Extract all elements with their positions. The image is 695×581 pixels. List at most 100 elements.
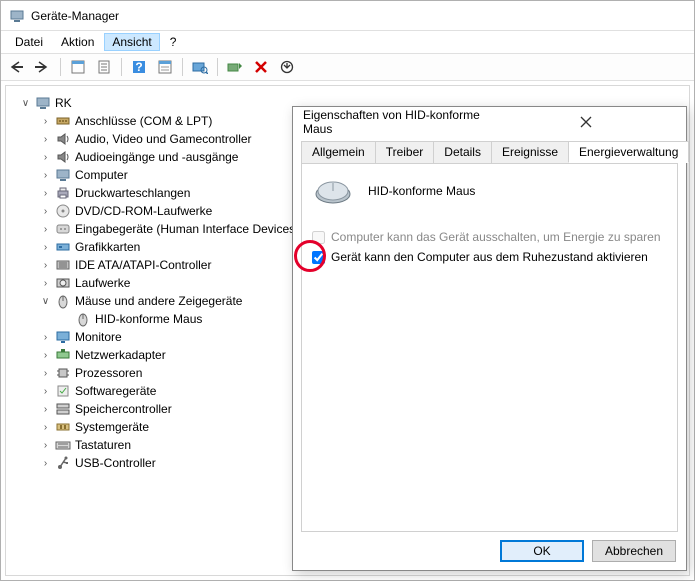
tabs: Allgemein Treiber Details Ereignisse Ene… [301,141,678,163]
mouse-icon [312,176,354,206]
expand-icon[interactable]: › [40,458,51,469]
toolbar-separator [217,58,218,76]
dialog-title: Eigenschaften von HID-konforme Maus [303,108,492,136]
expand-icon[interactable]: › [40,440,51,451]
audio-icon [55,149,71,165]
tree-node-label: Monitore [75,330,122,344]
expand-icon[interactable]: › [40,278,51,289]
uninstall-button[interactable] [249,56,273,78]
checkbox-save-power-label: Computer kann das Gerät ausschalten, um … [331,230,661,244]
menubar: Datei Aktion Ansicht ? [1,31,694,53]
cancel-button[interactable]: Abbrechen [592,540,676,562]
tab-driver[interactable]: Treiber [375,141,435,163]
expand-icon[interactable]: › [40,404,51,415]
tree-node-label: Softwaregeräte [75,384,156,398]
checkbox-row-save-power: Computer kann das Gerät ausschalten, um … [312,230,667,244]
scan-hw-button[interactable] [188,56,212,78]
gpu-icon [55,239,71,255]
audio-icon [55,131,71,147]
help-button[interactable]: ? [127,56,151,78]
tree-leaf-label: HID-konforme Maus [95,312,202,326]
disable-button[interactable] [275,56,299,78]
toolbar-separator [121,58,122,76]
tree-node-label: Systemgeräte [75,420,149,434]
mouse-icon [75,311,91,327]
expand-icon[interactable]: › [40,368,51,379]
app-icon [9,8,25,24]
device-header: HID-konforme Maus [312,176,667,206]
tree-root-label: RK [55,96,72,110]
soft-icon [55,383,71,399]
usb-icon [55,455,71,471]
prop-page-button[interactable] [92,56,116,78]
toolbar-separator [60,58,61,76]
tree-node-label: Laufwerke [75,276,130,290]
collapse-icon[interactable]: ∨ [20,98,31,109]
expand-icon[interactable]: › [40,170,51,181]
update-drv-button[interactable] [223,56,247,78]
tab-general[interactable]: Allgemein [301,141,376,163]
svg-text:?: ? [135,60,142,74]
view-tree-button[interactable] [66,56,90,78]
expand-icon[interactable]: › [40,350,51,361]
tree-node-label: Druckwarteschlangen [75,186,190,200]
tree-node-label: Audio, Video und Gamecontroller [75,132,252,146]
menu-action[interactable]: Aktion [53,33,102,51]
expand-icon[interactable]: ∨ [40,296,51,307]
expand-icon[interactable]: › [40,152,51,163]
menu-view[interactable]: Ansicht [104,33,159,51]
expand-icon[interactable]: › [40,224,51,235]
tree-node-label: IDE ATA/ATAPI-Controller [75,258,211,272]
close-button[interactable] [492,110,681,134]
expand-icon[interactable]: › [40,260,51,271]
expand-icon[interactable]: › [40,242,51,253]
checkbox-save-power [312,231,325,244]
port-icon [55,113,71,129]
expand-icon[interactable]: › [40,134,51,145]
checkbox-row-wake: Gerät kann den Computer aus dem Ruhezust… [312,250,667,264]
ok-button[interactable]: OK [500,540,584,562]
ide-icon [55,257,71,273]
tab-events[interactable]: Ereignisse [491,141,569,163]
tree-node-label: DVD/CD-ROM-Laufwerke [75,204,212,218]
device-name: HID-konforme Maus [368,184,475,198]
forward-button[interactable] [31,56,55,78]
expand-icon[interactable]: › [40,422,51,433]
checkbox-wake[interactable] [312,251,325,264]
properties-dialog: Eigenschaften von HID-konforme Maus Allg… [292,106,687,571]
expand-icon[interactable]: › [40,188,51,199]
tree-node-label: Audioeingänge und -ausgänge [75,150,238,164]
expand-icon[interactable]: › [40,206,51,217]
tree-node-label: Grafikkarten [75,240,140,254]
action-sheet-button[interactable] [153,56,177,78]
tab-power[interactable]: Energieverwaltung [568,141,689,163]
menu-file[interactable]: Datei [7,33,51,51]
expand-icon[interactable]: › [40,332,51,343]
system-icon [55,419,71,435]
expand-icon[interactable]: › [40,386,51,397]
toolbar: ? [1,53,694,81]
tree-node-label: Eingabegeräte (Human Interface Devices) [75,222,299,236]
expand-icon[interactable]: › [40,116,51,127]
tree-node-label: Anschlüsse (COM & LPT) [75,114,212,128]
tree-node-label: Tastaturen [75,438,131,452]
cpu-icon [55,365,71,381]
dialog-buttons: OK Abbrechen [293,532,686,570]
disk-icon [55,275,71,291]
titlebar: Geräte-Manager [1,1,694,31]
tree-node-label: Mäuse und andere Zeigegeräte [75,294,242,308]
tab-details[interactable]: Details [433,141,492,163]
net-icon [55,347,71,363]
tree-node-label: USB-Controller [75,456,156,470]
printer-icon [55,185,71,201]
menu-help[interactable]: ? [162,33,185,51]
dialog-titlebar: Eigenschaften von HID-konforme Maus [293,107,686,137]
disc-icon [55,203,71,219]
hid-icon [55,221,71,237]
computer-icon [55,167,71,183]
tab-panel-power: HID-konforme Maus Computer kann das Gerä… [301,163,678,532]
mouse-icon [55,293,71,309]
tree-node-label: Prozessoren [75,366,142,380]
tree-node-label: Netzwerkadapter [75,348,166,362]
back-button[interactable] [5,56,29,78]
